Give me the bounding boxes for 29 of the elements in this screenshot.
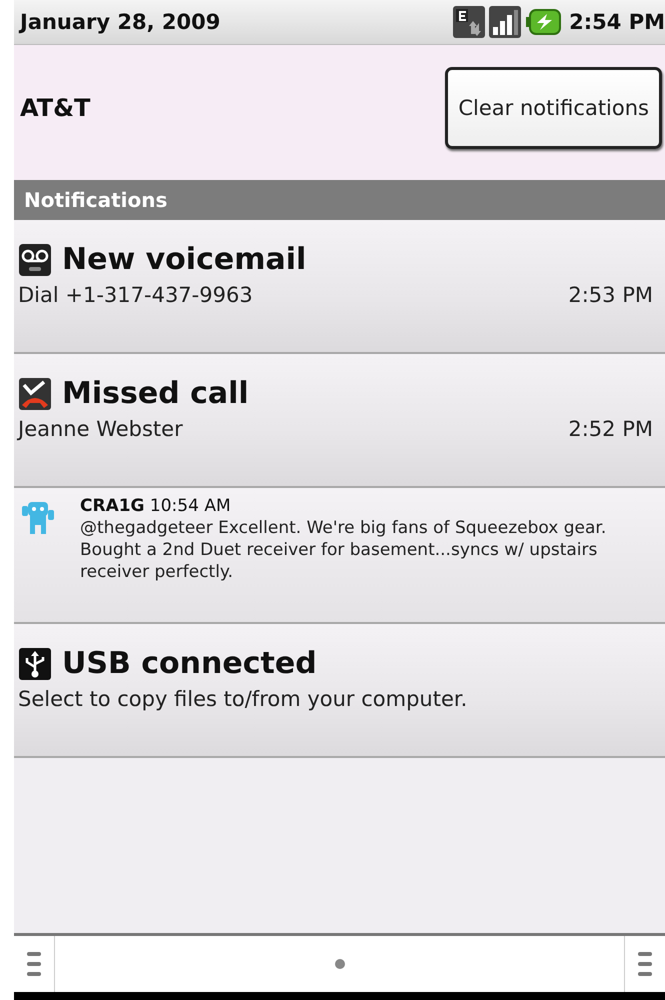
notification-detail: Jeanne Webster bbox=[18, 417, 183, 441]
battery-charging-icon bbox=[525, 8, 562, 36]
signal-icon bbox=[489, 6, 522, 38]
usb-icon bbox=[18, 646, 52, 680]
notification-item[interactable]: CRA1G 10:54 AM @thegadgeteer Excellent. We're big fans of Squeezebox gear. Bought a 2nd Duet receiver for basement...syncs w/ upstairs receiver perfectly. bbox=[14, 488, 665, 624]
tweet-author: CRA1G bbox=[80, 496, 145, 516]
notification-title: USB connected bbox=[62, 646, 317, 681]
voicemail-icon bbox=[18, 242, 52, 276]
notification-item[interactable]: USB connected Select to copy files to/from your computer. bbox=[14, 624, 665, 758]
status-date: January 28, 2009 bbox=[20, 10, 222, 34]
tweet-text: @thegadgeteer Excellent. We're big fans of Squeezebox gear. Bought a 2nd Duet receiver for basement...syncs w/ upstairs receiver perfectly. bbox=[80, 518, 608, 584]
missed-call-icon bbox=[18, 376, 52, 410]
notification-detail: Dial +1-317-437-9963 bbox=[18, 283, 253, 307]
notification-item[interactable]: Missed call Jeanne Webster 2:52 PM bbox=[14, 354, 665, 488]
notification-title: New voicemail bbox=[62, 242, 306, 277]
notification-title: Missed call bbox=[62, 376, 249, 411]
edge-data-icon bbox=[453, 6, 486, 38]
section-header: Notifications bbox=[24, 188, 168, 212]
handle-dot-icon[interactable] bbox=[334, 958, 346, 970]
notification-detail: Select to copy files to/from your computer. bbox=[18, 687, 468, 711]
notification-item[interactable]: New voicemail Dial +1-317-437-9963 2:53 PM bbox=[14, 220, 665, 354]
notification-time: 2:52 PM bbox=[568, 417, 653, 441]
carrier-name: AT&T bbox=[20, 94, 90, 122]
status-time: 2:54 PM bbox=[569, 10, 665, 34]
clear-notifications-button[interactable]: Clear notifications bbox=[445, 66, 662, 148]
menu-icon bbox=[27, 950, 41, 978]
menu-icon bbox=[638, 950, 652, 978]
notification-time: 2:53 PM bbox=[568, 283, 653, 307]
tweet-time: 10:54 AM bbox=[150, 496, 231, 516]
